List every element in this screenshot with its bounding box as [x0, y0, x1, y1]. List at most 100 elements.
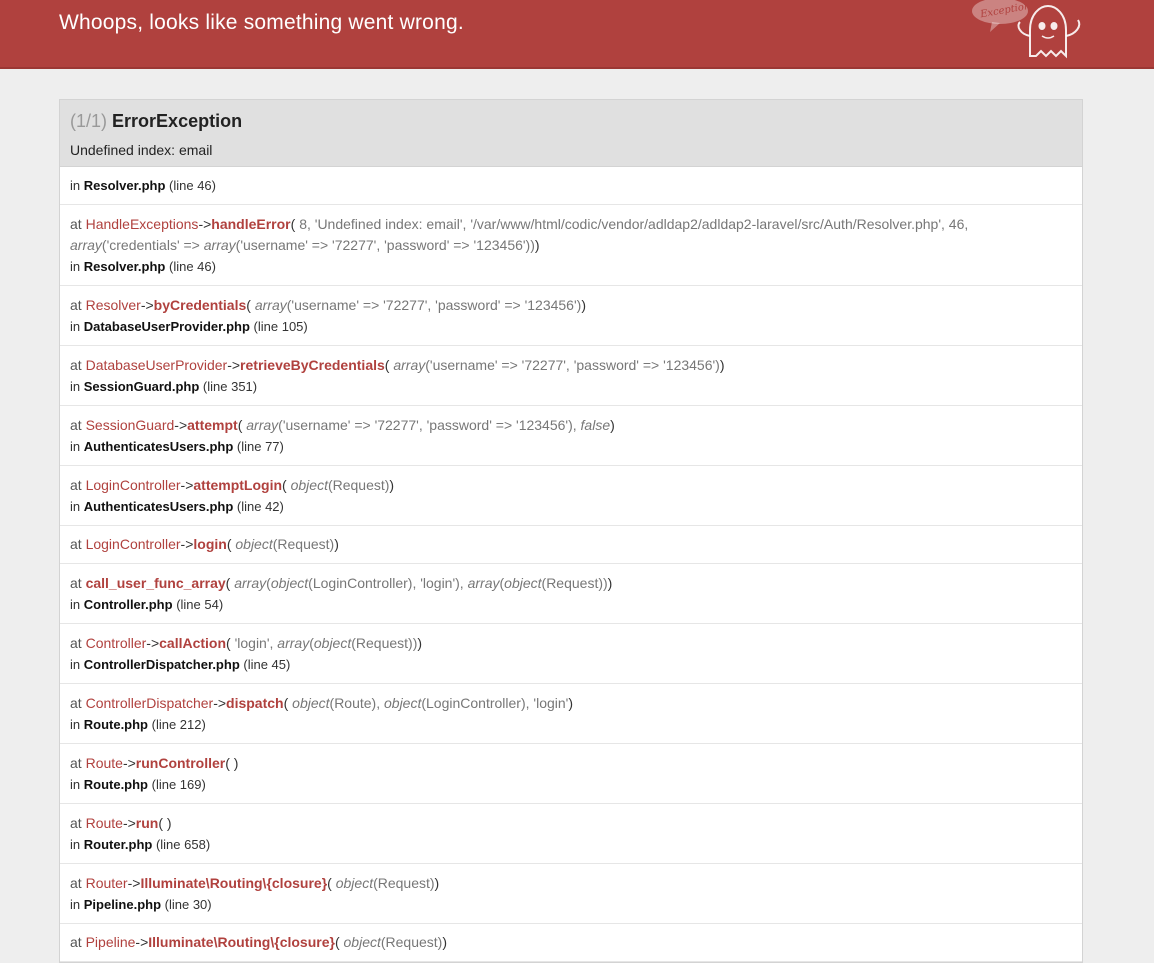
frame-in-label: in	[70, 259, 84, 274]
frame-args: array('username' => '72277', 'password' …	[246, 417, 611, 433]
frame-arrow: ->	[174, 417, 188, 433]
frame-call: at DatabaseUserProvider->retrieveByCrede…	[70, 355, 1072, 376]
frame-class: ControllerDispatcher	[85, 695, 214, 711]
exception-panel: (1/1) ErrorException Undefined index: em…	[59, 99, 1083, 963]
frame-args: object(Request)	[343, 934, 443, 950]
stack-frame[interactable]: at ControllerDispatcher->dispatch( objec…	[60, 684, 1082, 744]
stack-frame[interactable]: at Route->runController( ) in Route.php (…	[60, 744, 1082, 804]
exception-message: Undefined index: email	[70, 142, 213, 158]
frame-file[interactable]: Route.php	[84, 717, 148, 732]
frame-call: at LoginController->attemptLogin( object…	[70, 475, 1072, 496]
frame-at-label: at	[70, 875, 86, 891]
frame-function: attempt	[187, 417, 238, 433]
frame-call: at Controller->callAction( 'login', arra…	[70, 633, 1072, 654]
frame-arrow: ->	[122, 815, 136, 831]
frame-at-label: at	[70, 417, 86, 433]
frame-location: in Resolver.php (line 46)	[70, 256, 1072, 277]
frame-file[interactable]: Resolver.php	[84, 259, 166, 274]
frame-in-label: in	[70, 379, 84, 394]
frame-in-label: in	[70, 597, 84, 612]
frame-at-label: at	[70, 536, 86, 552]
origin-file[interactable]: Resolver.php	[84, 178, 166, 193]
frame-at-label: at	[70, 357, 86, 373]
frame-class: Resolver	[85, 297, 141, 313]
frame-line: (line 212)	[148, 717, 206, 732]
frame-close-paren: )	[610, 417, 615, 433]
frame-location: in Pipeline.php (line 30)	[70, 894, 1072, 915]
stack-frame[interactable]: at LoginController->login( object(Reques…	[60, 526, 1082, 564]
frame-file[interactable]: AuthenticatesUsers.php	[84, 499, 234, 514]
exception-origin: in Resolver.php (line 46)	[60, 167, 1082, 205]
frame-class: Controller	[85, 635, 147, 651]
frame-line: (line 45)	[239, 657, 291, 672]
stack-frame[interactable]: at DatabaseUserProvider->retrieveByCrede…	[60, 346, 1082, 406]
frame-location: in AuthenticatesUsers.php (line 42)	[70, 496, 1072, 517]
stack-frame[interactable]: at HandleExceptions->handleError( 8, 'Un…	[60, 205, 1082, 286]
frame-at-label: at	[70, 216, 86, 232]
frame-close-paren: )	[442, 934, 448, 950]
frame-file[interactable]: Controller.php	[84, 597, 173, 612]
frame-in-label: in	[70, 777, 84, 792]
frame-location: in ControllerDispatcher.php (line 45)	[70, 654, 1072, 675]
frame-args: object(Request)	[335, 875, 435, 891]
frame-in-label: in	[70, 499, 84, 514]
frame-class: DatabaseUserProvider	[85, 357, 228, 373]
frame-call: at Route->run( )	[70, 813, 1072, 834]
frame-call: at call_user_func_array( array(object(Lo…	[70, 573, 1072, 594]
frame-location: in SessionGuard.php (line 351)	[70, 376, 1072, 397]
frame-arrow: ->	[135, 934, 149, 950]
frame-class: LoginController	[85, 477, 181, 493]
frame-arrow: ->	[127, 875, 141, 891]
frame-function: run	[135, 815, 159, 831]
frame-function: retrieveByCredentials	[240, 357, 385, 373]
frame-line: (line 77)	[233, 439, 284, 454]
error-header-bar: Whoops, looks like something went wrong.…	[0, 0, 1154, 69]
frame-file[interactable]: ControllerDispatcher.php	[84, 657, 240, 672]
frame-function: callAction	[159, 635, 227, 651]
frame-call: at HandleExceptions->handleError( 8, 'Un…	[70, 214, 1072, 256]
frame-file[interactable]: SessionGuard.php	[84, 379, 200, 394]
stack-frame[interactable]: at call_user_func_array( array(object(Lo…	[60, 564, 1082, 624]
frame-arrow: ->	[213, 695, 227, 711]
exception-title: (1/1) ErrorException	[70, 110, 242, 132]
stack-frame[interactable]: at LoginController->attemptLogin( object…	[60, 466, 1082, 526]
frame-function: runController	[135, 755, 226, 771]
frame-in-label: in	[70, 657, 84, 672]
frame-close-paren: )	[719, 357, 725, 373]
frame-at-label: at	[70, 755, 86, 771]
frame-line: (line 54)	[172, 597, 224, 612]
stack-frame[interactable]: at SessionGuard->attempt( array('usernam…	[60, 406, 1082, 466]
exception-header: (1/1) ErrorException Undefined index: em…	[60, 100, 1082, 167]
stack-frame[interactable]: at Route->run( ) in Router.php (line 658)	[60, 804, 1082, 864]
stack-frame[interactable]: at Resolver->byCredentials( array('usern…	[60, 286, 1082, 346]
frame-file[interactable]: AuthenticatesUsers.php	[84, 439, 234, 454]
exception-type: ErrorException	[112, 111, 243, 131]
stack-frame[interactable]: at Router->Illuminate\Routing\{closure} (…	[60, 864, 1082, 924]
frame-close-paren: )	[581, 297, 586, 313]
stack-frame[interactable]: at Pipeline->Illuminate\Routing\{closure…	[60, 924, 1082, 962]
frame-location: in Route.php (line 169)	[70, 774, 1072, 795]
frame-at-label: at	[70, 815, 86, 831]
frame-line: (line 105)	[249, 319, 308, 334]
frame-file[interactable]: Pipeline.php	[84, 897, 161, 912]
frame-class: Pipeline	[85, 934, 136, 950]
frame-at-label: at	[70, 635, 86, 651]
frame-call: at ControllerDispatcher->dispatch( objec…	[70, 693, 1072, 714]
frame-location: in Route.php (line 212)	[70, 714, 1072, 735]
frame-close-paren: )	[434, 875, 440, 891]
frame-at-label: at	[70, 934, 86, 950]
frame-file[interactable]: DatabaseUserProvider.php	[84, 319, 250, 334]
origin-prefix: in	[70, 178, 81, 193]
exception-count: (1/1)	[70, 111, 108, 131]
frame-call: at LoginController->login( object(Reques…	[70, 534, 1072, 555]
frame-file[interactable]: Router.php	[84, 837, 153, 852]
frame-at-label: at	[70, 477, 86, 493]
frame-at-label: at	[70, 297, 86, 313]
stack-frame[interactable]: at Controller->callAction( 'login', arra…	[60, 624, 1082, 684]
frame-file[interactable]: Route.php	[84, 777, 148, 792]
frame-close-paren: )	[166, 815, 172, 831]
frame-call: at Pipeline->Illuminate\Routing\{closure…	[70, 932, 1072, 953]
frame-in-label: in	[70, 717, 84, 732]
frame-function: Illuminate\Routing\{closure}	[140, 875, 328, 891]
frame-call: at SessionGuard->attempt( array('usernam…	[70, 415, 1072, 436]
